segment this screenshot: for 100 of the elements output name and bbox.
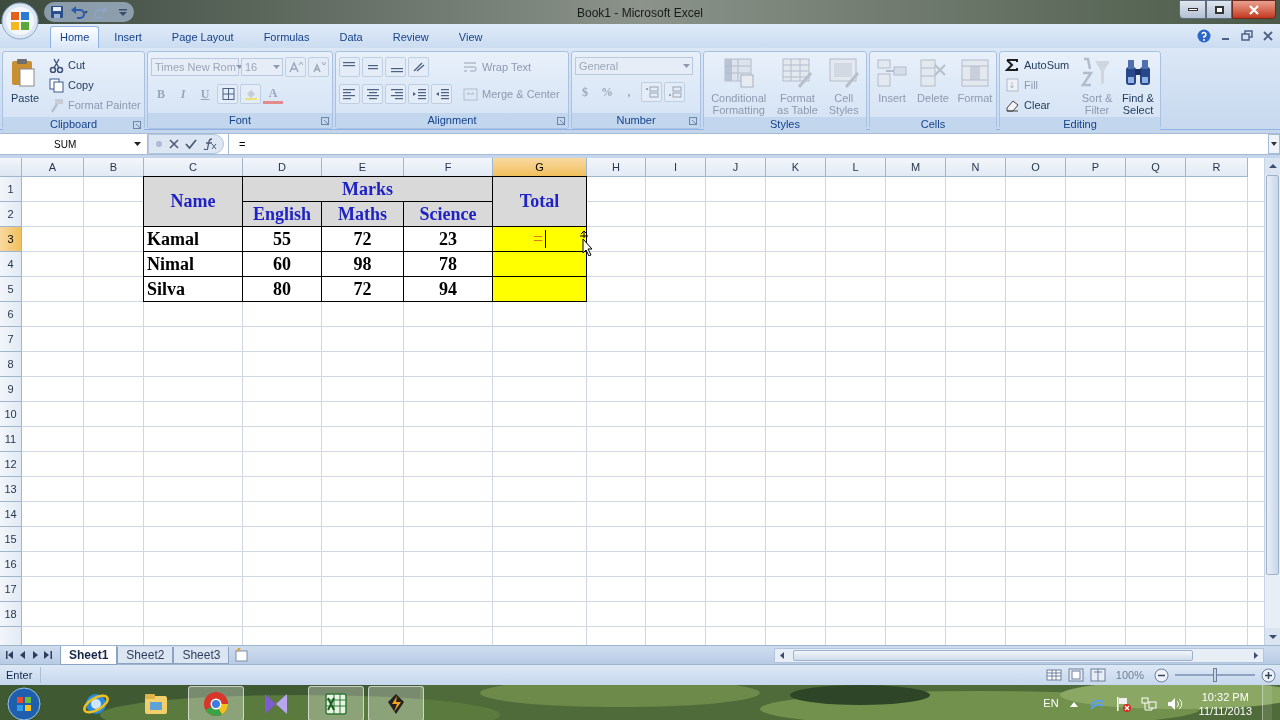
row-header[interactable]: 8 [0,352,22,377]
row-header[interactable]: 4 [0,252,22,277]
column-header[interactable]: Q [1126,158,1186,177]
page-layout-icon[interactable] [1067,668,1084,682]
network-icon[interactable] [1140,695,1157,712]
align-right-icon[interactable] [385,84,406,104]
row-header[interactable]: 17 [0,577,22,602]
align-middle-icon[interactable] [362,57,383,77]
ribbon-button[interactable]: Cut [47,55,143,75]
borders-icon[interactable] [217,84,238,104]
column-header[interactable]: J [706,158,766,177]
column-header[interactable]: P [1066,158,1126,177]
restore-icon[interactable] [1241,30,1253,42]
row-header[interactable]: 2 [0,202,22,227]
align-top-icon[interactable] [339,57,360,77]
save-icon[interactable] [50,5,64,19]
restore-button[interactable] [1206,0,1232,19]
row-header[interactable]: 12 [0,452,22,477]
dropdown-arrow-icon [134,142,141,146]
align-left-icon[interactable] [339,84,360,104]
row-header[interactable]: 6 [0,302,22,327]
row-header[interactable]: 10 [0,402,22,427]
previous-sheet-icon[interactable] [20,651,26,659]
first-sheet-icon[interactable] [6,651,14,659]
ribbon-button[interactable]: Paste [6,55,44,117]
vertical-scrollbar[interactable] [1264,158,1280,645]
column-header[interactable]: B [84,158,144,177]
function-icon[interactable] [203,138,217,150]
speaker-icon[interactable] [1166,696,1183,711]
ribbon-tab[interactable]: Home [50,26,100,48]
next-sheet-icon[interactable] [32,651,38,659]
column-header[interactable]: M [886,158,946,177]
horizontal-scrollbar[interactable] [774,647,1264,663]
cell-brush-icon [827,57,860,89]
ribbon-button[interactable]: Find & Select [1119,55,1157,117]
ribbon-tab[interactable]: View [443,26,498,48]
normal-view-icon[interactable] [1045,668,1062,682]
ribbon-tab[interactable]: Formulas [248,26,325,48]
group-label: Alignment [427,113,477,129]
sigma-icon [1005,57,1020,73]
scissors-icon [49,57,64,73]
column-header[interactable]: N [946,158,1006,177]
row-header[interactable]: 15 [0,527,22,552]
sort-filter-icon [1081,57,1113,89]
ribbon-button[interactable]: AutoSum [1003,55,1075,75]
row-header[interactable]: 3 [0,227,22,252]
table-header: Maths [321,201,404,227]
zoom-out-icon[interactable] [1154,667,1169,683]
ribbon-tab[interactable]: Data [324,26,378,48]
sheet-tab[interactable]: Sheet2 [117,646,174,664]
zoom-in-icon[interactable] [1261,667,1276,683]
ribbon-button[interactable]: Copy [47,75,143,95]
cancel-icon[interactable] [169,139,179,149]
sheet-tab[interactable]: Sheet1 [60,645,118,665]
row-header[interactable]: 11 [0,427,22,452]
conditional-grid-icon [722,57,755,89]
row-header[interactable]: 16 [0,552,22,577]
ribbon-tab[interactable]: Review [377,26,444,48]
zoom-slider[interactable] [1213,668,1217,682]
language-indicator[interactable]: EN [1043,695,1059,712]
ribbon-button[interactable]: Clear [1003,95,1075,115]
row-header[interactable]: 5 [0,277,22,302]
column-header[interactable]: H [587,158,646,177]
row-header[interactable]: 7 [0,327,22,352]
chrome-icon[interactable] [202,689,230,718]
column-header[interactable]: O [1006,158,1066,177]
column-header[interactable]: A [22,158,84,177]
column-header[interactable]: K [766,158,826,177]
flag-x-icon[interactable] [1114,695,1131,712]
last-sheet-icon[interactable] [44,651,52,659]
enter-check-icon[interactable] [185,139,197,149]
row-header[interactable]: 1 [0,177,22,202]
align-bottom-icon[interactable] [385,57,406,77]
row-header[interactable]: 9 [0,377,22,402]
grip-icon [155,139,163,149]
dropdown-arrow-icon [683,64,690,68]
column-header[interactable]: I [646,158,706,177]
start-orb-icon[interactable] [6,685,42,720]
decrease-indent-icon[interactable] [408,84,429,104]
align-center-icon[interactable] [362,84,383,104]
table-header: Marks [242,176,493,202]
row-header[interactable]: 18 [0,602,22,627]
close-icon[interactable] [1262,30,1274,42]
text-orientation-icon[interactable] [408,57,429,77]
close-button[interactable] [1232,0,1276,19]
sheet-tab[interactable]: Sheet3 [173,646,230,664]
column-header[interactable]: L [826,158,886,177]
table-brush-icon [781,57,814,89]
table-header: Science [403,201,493,227]
table-header: Name [143,176,243,227]
increase-indent-icon[interactable] [431,84,452,104]
row-header[interactable]: 13 [0,477,22,502]
help-icon[interactable] [1197,29,1211,43]
wrap-text-icon [463,59,478,75]
clock-date[interactable]: 11/11/2013 [1198,703,1252,718]
minimize-button[interactable] [1179,0,1206,19]
row-header[interactable]: 14 [0,502,22,527]
ribbon-tab[interactable]: Page Layout [156,26,249,48]
ribbon-tab[interactable]: Insert [99,26,157,48]
column-header[interactable]: R [1186,158,1248,177]
